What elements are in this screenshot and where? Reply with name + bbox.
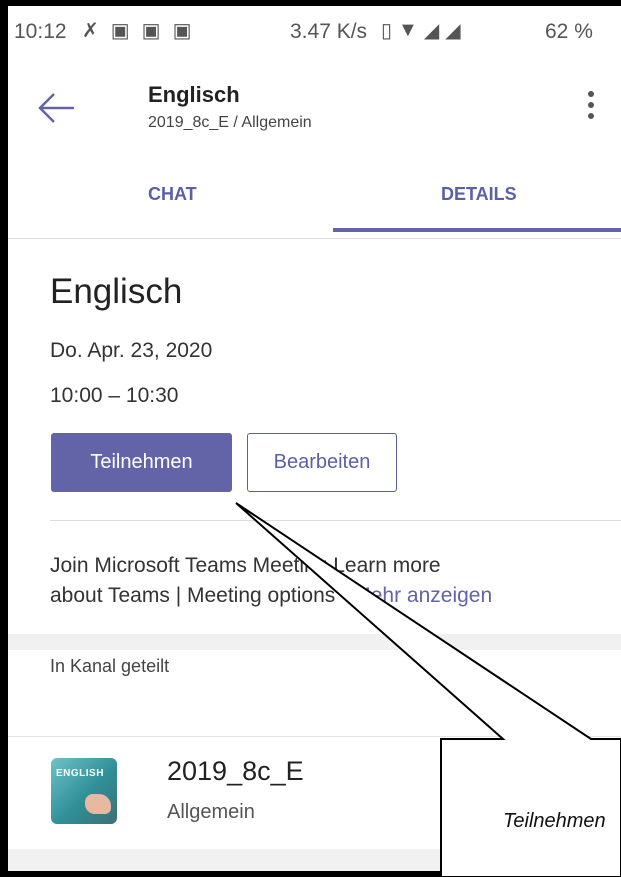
- app-notification-icon: ▣: [110, 20, 130, 42]
- app-notification-icon: ▣: [172, 20, 192, 42]
- app-header: Englisch 2019_8c_E / Allgemein: [8, 58, 621, 158]
- vibrate-icon: ▯: [381, 20, 393, 42]
- signal-icon: ◢: [423, 20, 440, 42]
- description-line-2: about Teams | Meeting options Mehr anzeig…: [50, 581, 620, 611]
- meeting-description: Join Microsoft Teams Meeting Learn more …: [50, 551, 620, 611]
- channel-name: Allgemein: [167, 801, 255, 823]
- team-name[interactable]: 2019_8c_E: [167, 756, 304, 787]
- system-icons: ▯ ▼ ◢ ◢: [381, 18, 461, 43]
- header-title: Englisch: [148, 82, 240, 107]
- section-separator: [8, 634, 621, 650]
- meeting-date: Do. Apr. 23, 2020: [50, 339, 213, 362]
- edit-button[interactable]: Bearbeiten: [247, 433, 397, 492]
- tab-chat[interactable]: CHAT: [148, 184, 197, 205]
- team-avatar-text: ENGLISH: [56, 768, 104, 779]
- signal-icon: ◢: [445, 20, 461, 42]
- meeting-time: 10:00 – 10:30: [50, 384, 179, 407]
- status-bar: 10:12 ✗ ▣ ▣ ▣ 3.47 K/s ▯ ▼ ◢ ◢ 62 %: [8, 6, 621, 58]
- callout-box: Teilnehmen: [441, 732, 621, 872]
- wifi-icon: ▼: [398, 19, 418, 41]
- shared-in-channel-label: In Kanal geteilt: [50, 656, 170, 676]
- meeting-title: Englisch: [50, 272, 183, 311]
- show-more-link[interactable]: Mehr anzeigen: [353, 584, 492, 607]
- description-line: Join Microsoft Teams Meeting Learn more: [50, 554, 441, 577]
- callout-text: Teilnehmen: [503, 810, 606, 832]
- tab-details[interactable]: DETAILS: [441, 184, 517, 205]
- notification-icons: ✗ ▣ ▣ ▣: [82, 18, 191, 43]
- status-time: 10:12: [14, 20, 67, 43]
- active-tab-indicator: [333, 228, 621, 232]
- battery-level: 62 %: [545, 20, 593, 43]
- divider: [50, 520, 621, 521]
- team-avatar[interactable]: ENGLISH: [51, 758, 117, 824]
- back-arrow-icon[interactable]: [36, 88, 76, 128]
- missed-call-icon: ✗: [82, 20, 99, 42]
- join-button[interactable]: Teilnehmen: [51, 433, 232, 492]
- header-subtitle: 2019_8c_E / Allgemein: [148, 114, 312, 131]
- app-notification-icon: ▣: [141, 20, 161, 42]
- tab-bar: CHAT DETAILS: [8, 158, 621, 239]
- network-speed: 3.47 K/s: [290, 20, 368, 43]
- description-line: about Teams | Meeting options: [50, 584, 336, 607]
- more-options-icon[interactable]: [586, 88, 596, 124]
- hand-icon: [85, 794, 111, 814]
